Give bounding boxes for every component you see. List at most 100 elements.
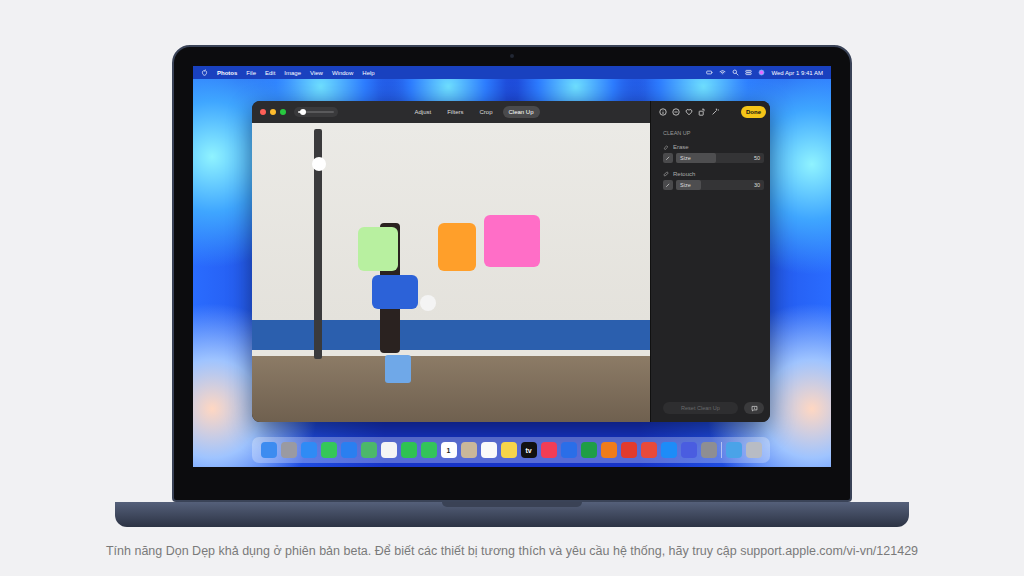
photo-shape: [372, 275, 418, 309]
reset-clean-up-button: Reset Clean Up: [663, 402, 738, 414]
photo-shape: [385, 355, 411, 383]
minus-circle-icon[interactable]: [672, 108, 680, 116]
dock-app-icon[interactable]: [281, 442, 297, 458]
brush-button[interactable]: [663, 153, 673, 163]
dock-app-icon[interactable]: [661, 442, 677, 458]
battery-icon[interactable]: [706, 69, 713, 76]
feedback-button[interactable]: [744, 402, 764, 414]
dock-app-icon[interactable]: [381, 442, 397, 458]
tool-label: Erase: [663, 144, 764, 150]
clean-up-tool: Erase Size50: [663, 144, 764, 163]
dock-icon-label: 1: [447, 447, 451, 454]
window-controls: [260, 109, 286, 115]
apple-icon[interactable]: [201, 69, 208, 76]
dock-app-icon[interactable]: [361, 442, 377, 458]
panel-body: CLEAN UPErase Size50 Retouch Size30 Reset Cl…: [651, 123, 770, 422]
dock-app-icon[interactable]: [726, 442, 742, 458]
dock-app-icon[interactable]: [681, 442, 697, 458]
dock-app-icon[interactable]: [401, 442, 417, 458]
tool-name: Retouch: [673, 171, 695, 177]
tool-name: Erase: [673, 144, 689, 150]
edit-tab[interactable]: Clean Up: [503, 106, 540, 118]
app-menu[interactable]: Photos: [217, 70, 237, 76]
dock-app-icon[interactable]: [461, 442, 477, 458]
brush-button[interactable]: [663, 180, 673, 190]
photo-shape: [438, 223, 476, 271]
dock-separator: [721, 442, 722, 458]
dock-app-icon[interactable]: tv: [521, 442, 537, 458]
section-title: CLEAN UP: [663, 127, 764, 144]
done-button[interactable]: Done: [741, 106, 766, 118]
edit-tab[interactable]: Adjust: [408, 106, 437, 118]
menu-item[interactable]: Window: [332, 70, 353, 76]
photo-shape: [358, 227, 398, 271]
menu-item[interactable]: File: [246, 70, 256, 76]
dock-app-icon[interactable]: [601, 442, 617, 458]
panel-header: Done: [651, 101, 770, 123]
heart-icon[interactable]: [685, 108, 693, 116]
clean-up-panel: Done CLEAN UPErase Size50 Retouch Size30 Rese…: [650, 101, 770, 422]
base-notch: [442, 502, 582, 507]
dock-app-icon[interactable]: [541, 442, 557, 458]
zoom-knob[interactable]: [300, 109, 306, 115]
dock-app-icon[interactable]: [746, 442, 762, 458]
size-row: Size30: [663, 180, 764, 190]
dock-app-icon[interactable]: [621, 442, 637, 458]
size-slider[interactable]: Size50: [676, 153, 764, 163]
tool-label: Retouch: [663, 171, 764, 177]
clock[interactable]: Wed Apr 1 9:41 AM: [771, 70, 823, 76]
siri-icon[interactable]: [758, 69, 765, 76]
dock-app-icon[interactable]: [341, 442, 357, 458]
caption: Tính năng Dọn Dẹp khả dụng ở phiên bản b…: [106, 544, 918, 558]
camera-icon: [510, 54, 514, 58]
info-icon[interactable]: [659, 108, 667, 116]
dock-app-icon[interactable]: [301, 442, 317, 458]
laptop-lid: Photos File Edit Image View Window Help Wed Apr…: [172, 45, 852, 502]
toolbar: Adjust Filters Crop Clean Up: [252, 101, 650, 123]
editor-main: Adjust Filters Crop Clean Up: [252, 101, 650, 422]
wifi-icon[interactable]: [719, 69, 726, 76]
status-area: Wed Apr 1 9:41 AM: [706, 69, 823, 76]
dock-app-icon[interactable]: 1: [441, 442, 457, 458]
photo-shape: [484, 215, 540, 267]
menu-item[interactable]: View: [310, 70, 323, 76]
close-button[interactable]: [260, 109, 266, 115]
photo[interactable]: [252, 123, 650, 422]
search-icon[interactable]: [732, 69, 739, 76]
edit-tab[interactable]: Crop: [474, 106, 499, 118]
zoom-track[interactable]: [298, 111, 334, 113]
menu-item[interactable]: Edit: [265, 70, 275, 76]
dock-app-icon[interactable]: [261, 442, 277, 458]
eraser-icon: [663, 144, 669, 150]
zoom-slider[interactable]: [294, 107, 338, 117]
clean-up-tool: Retouch Size30: [663, 171, 764, 190]
edit-tabs: Adjust Filters Crop Clean Up: [346, 106, 642, 118]
dock-app-icon[interactable]: [701, 442, 717, 458]
menu-bar: Photos File Edit Image View Window Help Wed Apr…: [193, 66, 831, 79]
dock: 1 tv: [252, 437, 770, 463]
dock-icon-label: tv: [525, 447, 531, 454]
brush-icon: [665, 155, 671, 161]
photos-window: Adjust Filters Crop Clean Up Done CLEAN UPEra…: [252, 101, 770, 422]
dock-app-icon[interactable]: [641, 442, 657, 458]
dock-app-icon[interactable]: [501, 442, 517, 458]
control-center-icon[interactable]: [745, 69, 752, 76]
size-slider[interactable]: Size30: [676, 180, 764, 190]
menu-item[interactable]: Help: [362, 70, 374, 76]
magic-wand-icon[interactable]: [711, 108, 719, 116]
size-value: 50: [754, 155, 760, 161]
edit-tab[interactable]: Filters: [441, 106, 469, 118]
panel-footer: Reset Clean Up: [663, 402, 764, 414]
menu-item[interactable]: Image: [284, 70, 301, 76]
dock-app-icon[interactable]: [581, 442, 597, 458]
minimize-button[interactable]: [270, 109, 276, 115]
brush-icon: [665, 182, 671, 188]
dock-app-icon[interactable]: [321, 442, 337, 458]
zoom-button[interactable]: [280, 109, 286, 115]
dock-app-icon[interactable]: [421, 442, 437, 458]
dock-app-icon[interactable]: [481, 442, 497, 458]
feedback-icon: [751, 405, 758, 412]
rotate-icon[interactable]: [698, 108, 706, 116]
dock-app-icon[interactable]: [561, 442, 577, 458]
bandage-icon: [663, 171, 669, 177]
